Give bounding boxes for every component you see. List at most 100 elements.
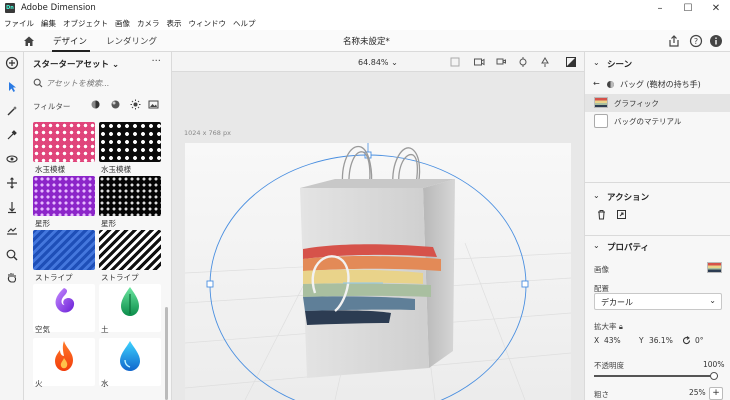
- selection-handle[interactable]: [206, 280, 214, 288]
- air-icon: [55, 288, 75, 313]
- assets-scrollbar[interactable]: [165, 307, 168, 400]
- actions-heading: アクション: [607, 193, 650, 203]
- roughness-expand-button[interactable]: +: [709, 387, 723, 400]
- menu-edit[interactable]: 編集: [41, 18, 56, 29]
- asset-search-input[interactable]: [46, 76, 161, 90]
- share-icon[interactable]: [667, 34, 681, 48]
- pan-tool-icon[interactable]: [5, 176, 19, 190]
- asset-label: 火: [35, 379, 43, 388]
- render-preview-icon[interactable]: [565, 56, 577, 68]
- scene-item-label: グラフィック: [614, 99, 659, 108]
- scene-heading: シーン: [607, 60, 633, 70]
- asset-tile-star-black[interactable]: [99, 176, 161, 216]
- close-button[interactable]: ✕: [702, 0, 730, 16]
- back-arrow-icon[interactable]: ←: [593, 79, 600, 88]
- placement-select[interactable]: デカール ⌄: [594, 293, 722, 310]
- svg-text:?: ?: [694, 37, 698, 46]
- search-icon: [33, 78, 43, 88]
- maximize-button[interactable]: ☐: [674, 0, 702, 16]
- home-icon[interactable]: [22, 34, 36, 48]
- light-toggle-icon[interactable]: [539, 56, 551, 68]
- frame-icon[interactable]: [449, 56, 461, 68]
- dolly-tool-icon[interactable]: [5, 200, 19, 214]
- chevron-down-icon[interactable]: ⌄: [593, 241, 600, 250]
- chevron-down-icon[interactable]: ⌄: [593, 58, 600, 67]
- eyedropper-icon[interactable]: [5, 128, 19, 142]
- camera-dolly-icon[interactable]: [517, 56, 529, 68]
- light-filter-icon[interactable]: [130, 99, 141, 110]
- water-icon: [120, 341, 140, 371]
- asset-tile-stripe-blue[interactable]: [33, 230, 95, 270]
- trash-icon[interactable]: [596, 209, 607, 220]
- menu-help[interactable]: ヘルプ: [233, 18, 256, 29]
- image-filter-icon[interactable]: [148, 99, 159, 110]
- tab-rendering[interactable]: レンダリング: [106, 35, 157, 47]
- help-icon[interactable]: ?: [689, 34, 703, 48]
- asset-label: 水: [101, 379, 109, 388]
- group-icon: [607, 81, 614, 88]
- x-label: X: [594, 336, 600, 345]
- selection-handle[interactable]: [521, 280, 529, 288]
- scene-group-name[interactable]: バッグ (鞄材の持ち手): [620, 79, 701, 90]
- minimize-button[interactable]: –: [646, 0, 674, 16]
- image-thumbnail[interactable]: [707, 262, 722, 273]
- chevron-down-icon[interactable]: ⌄: [593, 191, 600, 200]
- opacity-slider[interactable]: [594, 372, 718, 380]
- menu-view[interactable]: 表示: [167, 18, 182, 29]
- tool-strip: [0, 52, 24, 400]
- scene-item-bag-material[interactable]: バッグのマテリアル: [585, 112, 730, 130]
- fire-icon: [55, 341, 73, 371]
- document-title: 名称未設定*: [343, 37, 390, 47]
- menu-object[interactable]: オブジェクト: [63, 18, 108, 29]
- rotation-value[interactable]: 0°: [695, 336, 704, 345]
- rotate-icon: [683, 336, 691, 345]
- add-icon[interactable]: [5, 56, 19, 70]
- menu-image[interactable]: 画像: [115, 18, 130, 29]
- camera-pan-icon[interactable]: [495, 56, 507, 68]
- x-value[interactable]: 43%: [604, 336, 621, 345]
- select-tool-icon[interactable]: [5, 80, 19, 94]
- asset-tile-polka-pink[interactable]: [33, 122, 95, 162]
- asset-label: 水玉模様: [101, 165, 131, 174]
- asset-tile-star-purple[interactable]: [33, 176, 95, 216]
- divider: [585, 235, 730, 236]
- asset-label: 星形: [101, 219, 116, 228]
- opacity-slider-knob[interactable]: [710, 372, 718, 380]
- y-label: Y: [639, 336, 644, 345]
- material-filter-icon[interactable]: [110, 99, 121, 110]
- tab-design[interactable]: デザイン: [53, 35, 87, 47]
- 3d-viewport[interactable]: [184, 134, 572, 400]
- canvas-toolbar: 64.84% ⌄: [172, 52, 584, 72]
- orbit-tool-icon[interactable]: [5, 152, 19, 166]
- lock-icon[interactable]: 🔒︎: [619, 322, 623, 331]
- window-title: Adobe Dimension: [21, 3, 96, 13]
- convert-icon[interactable]: [616, 209, 627, 220]
- info-icon[interactable]: [709, 34, 723, 48]
- image-label: 画像: [594, 265, 609, 274]
- opacity-label: 不透明度: [594, 361, 624, 370]
- menu-camera[interactable]: カメラ: [137, 18, 160, 29]
- scene-item-label: バッグのマテリアル: [614, 117, 682, 126]
- asset-label: ストライプ: [101, 273, 139, 282]
- menu-window[interactable]: ウィンドウ: [189, 18, 227, 29]
- camera-orbit-icon[interactable]: [473, 56, 485, 68]
- zoom-level[interactable]: 64.84% ⌄: [358, 58, 398, 67]
- magic-wand-icon[interactable]: [5, 104, 19, 118]
- roughness-value[interactable]: 25%: [689, 388, 706, 397]
- more-options-icon[interactable]: ···: [151, 56, 161, 67]
- zoom-icon[interactable]: [5, 248, 19, 262]
- hand-icon[interactable]: [5, 270, 19, 284]
- menu-file[interactable]: ファイル: [4, 18, 34, 29]
- model-filter-icon[interactable]: [90, 99, 101, 110]
- scene-item-graphic[interactable]: グラフィック: [585, 94, 730, 112]
- chevron-down-icon: ⌄: [111, 60, 120, 70]
- asset-tile-stripe-bw[interactable]: [99, 230, 161, 270]
- y-value[interactable]: 36.1%: [649, 336, 673, 345]
- assets-heading[interactable]: スターターアセット ⌄: [33, 58, 119, 70]
- horizon-tool-icon[interactable]: [5, 224, 19, 238]
- divider: [585, 182, 730, 183]
- dimension-app-icon: Dn: [5, 3, 15, 13]
- opacity-value[interactable]: 100%: [703, 360, 724, 369]
- scale-label: 拡大率 🔒︎: [594, 322, 623, 331]
- asset-tile-polka-black[interactable]: [99, 122, 161, 162]
